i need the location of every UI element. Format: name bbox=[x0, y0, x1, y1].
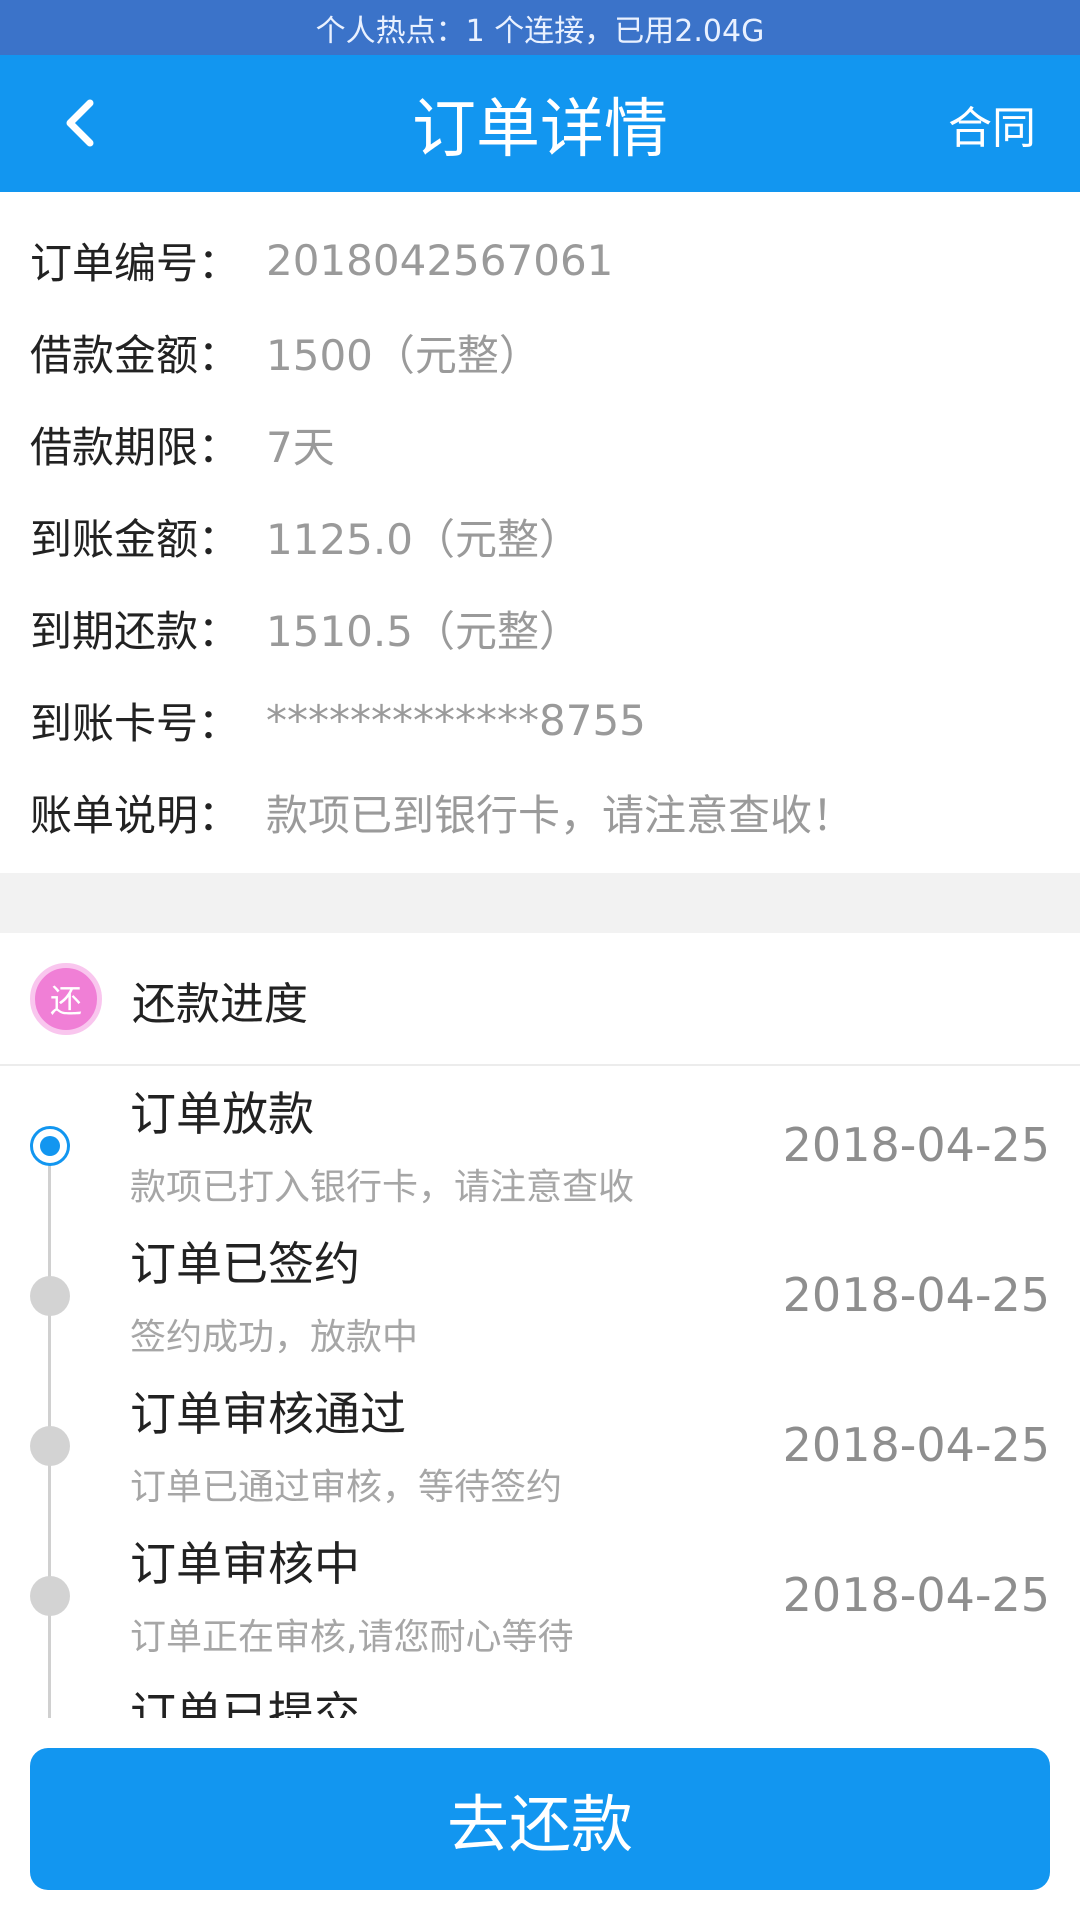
step-date: 2018-04-25 bbox=[782, 1118, 1050, 1172]
timeline-step-reviewing: 订单审核中 订单正在审核,请您耐心等待 2018-04-25 bbox=[0, 1518, 1080, 1668]
due-repayment-value: 1510.5（元整） bbox=[266, 606, 581, 656]
received-amount-value: 1125.0（元整） bbox=[266, 514, 581, 564]
repay-button[interactable]: 去还款 bbox=[30, 1748, 1050, 1890]
step-description: 签约成功，放款中 bbox=[130, 1317, 419, 1358]
bill-note-value: 款项已到银行卡，请注意查收！ bbox=[266, 790, 855, 840]
due-repayment-label: 到期还款： bbox=[30, 606, 241, 656]
timeline-step-approved: 订单审核通过 订单已通过审核，等待签约 2018-04-25 bbox=[0, 1368, 1080, 1518]
step-title: 订单已提交 bbox=[130, 1687, 360, 1718]
back-button[interactable] bbox=[40, 83, 120, 163]
bill-note-label: 账单说明： bbox=[30, 790, 241, 840]
timeline-dot-active bbox=[30, 1126, 70, 1166]
step-title: 订单放款 bbox=[130, 1087, 314, 1141]
repayment-progress-header: 还 还款进度 bbox=[0, 933, 1080, 1066]
step-title: 订单审核中 bbox=[130, 1537, 360, 1591]
timeline-step-signed: 订单已签约 签约成功，放款中 2018-04-25 bbox=[0, 1218, 1080, 1368]
timeline-dot bbox=[30, 1276, 70, 1316]
order-number-value: 2018042567061 bbox=[266, 235, 614, 285]
timeline-step-submitted: 订单已提交 bbox=[0, 1668, 1080, 1718]
step-date: 2018-04-25 bbox=[782, 1418, 1050, 1472]
timeline-dot bbox=[30, 1576, 70, 1616]
step-title: 订单审核通过 bbox=[130, 1387, 406, 1441]
status-bar: 个人热点：1 个连接，已用2.04G bbox=[0, 0, 1080, 55]
step-title: 订单已签约 bbox=[130, 1237, 360, 1291]
repayment-progress-title: 还款进度 bbox=[132, 978, 308, 1030]
loan-amount-row: 借款金额： 1500（元整） bbox=[30, 306, 541, 398]
card-number-row: 到账卡号： *************8755 bbox=[30, 674, 646, 766]
nav-bar: 订单详情 合同 bbox=[0, 55, 1080, 192]
received-amount-label: 到账金额： bbox=[30, 514, 241, 564]
loan-term-row: 借款期限： 7天 bbox=[30, 398, 335, 490]
step-date: 2018-04-25 bbox=[782, 1568, 1050, 1622]
timeline-step-loan-disbursed: 订单放款 款项已打入银行卡，请注意查收 2018-04-25 bbox=[0, 1068, 1080, 1218]
card-number-label: 到账卡号： bbox=[30, 698, 241, 748]
bill-note-row: 账单说明： 款项已到银行卡，请注意查收！ bbox=[30, 766, 854, 858]
step-date: 2018-04-25 bbox=[782, 1268, 1050, 1322]
step-description: 款项已打入银行卡，请注意查收 bbox=[130, 1167, 635, 1208]
step-description: 订单已通过审核，等待签约 bbox=[130, 1467, 563, 1508]
chevron-left-icon bbox=[66, 99, 94, 147]
loan-term-value: 7天 bbox=[266, 422, 335, 472]
timeline-dot bbox=[30, 1426, 70, 1466]
loan-amount-label: 借款金额： bbox=[30, 330, 241, 380]
order-number-row: 订单编号： 2018042567061 bbox=[30, 214, 613, 306]
status-bar-text: 个人热点：1 个连接，已用2.04G bbox=[315, 13, 765, 49]
section-divider bbox=[0, 873, 1080, 933]
loan-amount-value: 1500（元整） bbox=[266, 330, 541, 380]
repayment-timeline: 订单放款 款项已打入银行卡，请注意查收 2018-04-25 订单已签约 签约成… bbox=[0, 1068, 1080, 1718]
loan-term-label: 借款期限： bbox=[30, 422, 241, 472]
contract-button[interactable]: 合同 bbox=[948, 55, 1036, 192]
received-amount-row: 到账金额： 1125.0（元整） bbox=[30, 490, 581, 582]
order-info-section: 订单编号： 2018042567061 借款金额： 1500（元整） 借款期限：… bbox=[0, 192, 1080, 873]
page-title: 订单详情 bbox=[412, 92, 668, 167]
order-number-label: 订单编号： bbox=[30, 238, 241, 288]
step-description: 订单正在审核,请您耐心等待 bbox=[130, 1617, 574, 1658]
card-number-value: *************8755 bbox=[266, 695, 646, 745]
due-repayment-row: 到期还款： 1510.5（元整） bbox=[30, 582, 581, 674]
repay-badge-icon: 还 bbox=[30, 963, 102, 1035]
